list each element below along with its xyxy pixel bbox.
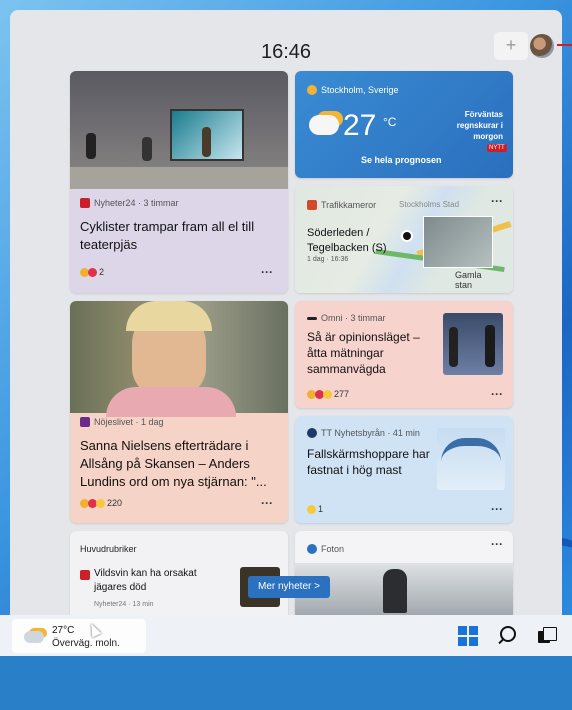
card-source: Nyheter24 · 3 timmar xyxy=(80,198,179,208)
more-news-button[interactable]: Mer nyheter > xyxy=(248,576,330,598)
card-title: Fallskärmshoppare har fastnat i hög mast xyxy=(307,447,430,477)
weather-icon xyxy=(307,85,317,95)
traffic-camera-card[interactable]: Trafikkameror Stockholms Stad Söderleden… xyxy=(295,186,513,293)
temperature: 27 xyxy=(343,109,377,142)
news-card-sanna[interactable]: Nöjeslivet · 1 dag Sanna Nielsens eftert… xyxy=(70,301,288,523)
source-label: Foton xyxy=(321,544,345,554)
map-label: Stockholms Stad xyxy=(399,200,460,209)
taskbar-condition: Överväg. moln. xyxy=(52,638,120,649)
surprised-icon xyxy=(96,498,105,508)
search-button[interactable] xyxy=(498,625,520,647)
location-label: Stockholm, Sverige xyxy=(321,85,399,95)
widgets-panel: 16:46 + Nyheter24 · 3 timmar Cyklister t… xyxy=(10,10,562,615)
reaction-count: 220 xyxy=(107,498,123,508)
weather-location: Stockholm, Sverige xyxy=(307,85,399,95)
more-options-button[interactable]: ··· xyxy=(491,387,503,401)
card-source: Nöjeslivet · 1 dag xyxy=(80,417,164,427)
cloud-sun-icon xyxy=(24,631,44,643)
see-forecast-link[interactable]: Se hela prognosen xyxy=(361,155,442,165)
portrait-photo xyxy=(70,301,288,417)
reactions[interactable]: 220 xyxy=(80,498,122,508)
windows-logo-icon xyxy=(458,626,467,635)
card-source: Foton xyxy=(307,544,344,554)
temperature-unit: °C xyxy=(383,115,397,129)
top-stories-card[interactable]: Huvudrubriker Vildsvin kan ha orsakat jä… xyxy=(70,531,288,615)
source-label: Omni · 3 timmar xyxy=(321,313,386,323)
taskbar-temp: 27°C xyxy=(52,625,75,636)
news-card-cyklister[interactable]: Nyheter24 · 3 timmar Cyklister trampar f… xyxy=(70,71,288,293)
surprised-icon xyxy=(323,389,332,399)
nojeslivet-icon xyxy=(80,417,90,427)
avatar[interactable] xyxy=(530,34,554,58)
more-options-button[interactable]: ··· xyxy=(491,502,503,516)
nyheter24-icon xyxy=(80,198,90,208)
reaction-count: 277 xyxy=(334,389,350,399)
card-title: Så är opinionsläget – åtta mätningar sam… xyxy=(307,330,420,376)
camera-time: 1 dag · 16:36 xyxy=(307,256,349,263)
headline-meta: Nyheter24 · 13 min xyxy=(94,601,154,608)
source-label: Trafikkameror xyxy=(321,200,377,210)
news-thumbnail xyxy=(443,313,503,375)
weather-card[interactable]: Stockholm, Sverige 27 °C Förväntas regns… xyxy=(295,71,513,178)
reaction-count: 2 xyxy=(99,267,105,277)
annotation-line xyxy=(557,44,572,46)
nyheter24-icon xyxy=(80,570,90,580)
reactions[interactable]: 2 xyxy=(80,267,104,277)
source-label: Nyheter24 · 3 timmar xyxy=(94,198,179,208)
forecast-text: Förväntas regnskurar i morgon xyxy=(456,110,503,141)
source-label: TT Nyhetsbyrån · 41 min xyxy=(321,428,420,438)
card-title: Cyklister trampar fram all el till teate… xyxy=(80,219,255,252)
tt-icon xyxy=(307,428,317,438)
photos-card[interactable]: Foton ··· xyxy=(295,531,513,615)
headline-link[interactable]: Vildsvin kan ha orsakat jägares död xyxy=(94,567,214,595)
news-card-parachute[interactable]: TT Nyhetsbyrån · 41 min Fallskärmshoppar… xyxy=(295,416,513,523)
more-options-button[interactable]: ··· xyxy=(261,496,273,510)
reactions[interactable]: 1 xyxy=(307,504,323,514)
taskbar-weather-widget[interactable]: 27°C Överväg. moln. xyxy=(12,619,146,653)
traffic-icon xyxy=(307,200,317,210)
card-source: Trafikkameror xyxy=(307,200,376,210)
card-title: Sanna Nielsens efterträdare i Allsång på… xyxy=(80,438,267,489)
cloud-icon xyxy=(307,544,317,554)
cloud-sun-icon xyxy=(309,115,339,135)
panel-clock: 16:46 xyxy=(260,41,312,63)
news-card-opinion[interactable]: Omni · 3 timmar Så är opinionsläget – åt… xyxy=(295,301,513,408)
surprised-icon xyxy=(307,504,316,514)
omni-icon xyxy=(307,316,317,320)
more-options-button[interactable]: ··· xyxy=(261,265,273,279)
add-widget-button[interactable]: + xyxy=(494,32,528,60)
heart-icon xyxy=(88,267,97,277)
card-source: TT Nyhetsbyrån · 41 min xyxy=(307,428,420,438)
map-label: Gamla stan xyxy=(455,270,482,290)
source-label: Nöjeslivet · 1 dag xyxy=(94,417,164,427)
taskbar: 27°C Överväg. moln. xyxy=(0,615,572,656)
more-options-button[interactable]: ··· xyxy=(491,194,503,208)
reaction-count: 1 xyxy=(318,504,324,514)
new-badge: NYTT xyxy=(487,144,507,152)
start-button[interactable] xyxy=(458,626,478,646)
camera-place: Söderleden / Tegelbacken (S) xyxy=(307,227,387,254)
task-view-button[interactable] xyxy=(538,627,557,645)
section-header: Huvudrubriker xyxy=(80,544,137,554)
stage-photo xyxy=(70,71,288,189)
map-pin-icon xyxy=(401,230,413,242)
mouse-cursor-icon xyxy=(86,621,102,638)
news-thumbnail xyxy=(437,428,505,490)
more-options-button[interactable]: ··· xyxy=(491,537,503,551)
card-source: Omni · 3 timmar xyxy=(307,313,386,323)
reactions[interactable]: 277 xyxy=(307,389,349,399)
